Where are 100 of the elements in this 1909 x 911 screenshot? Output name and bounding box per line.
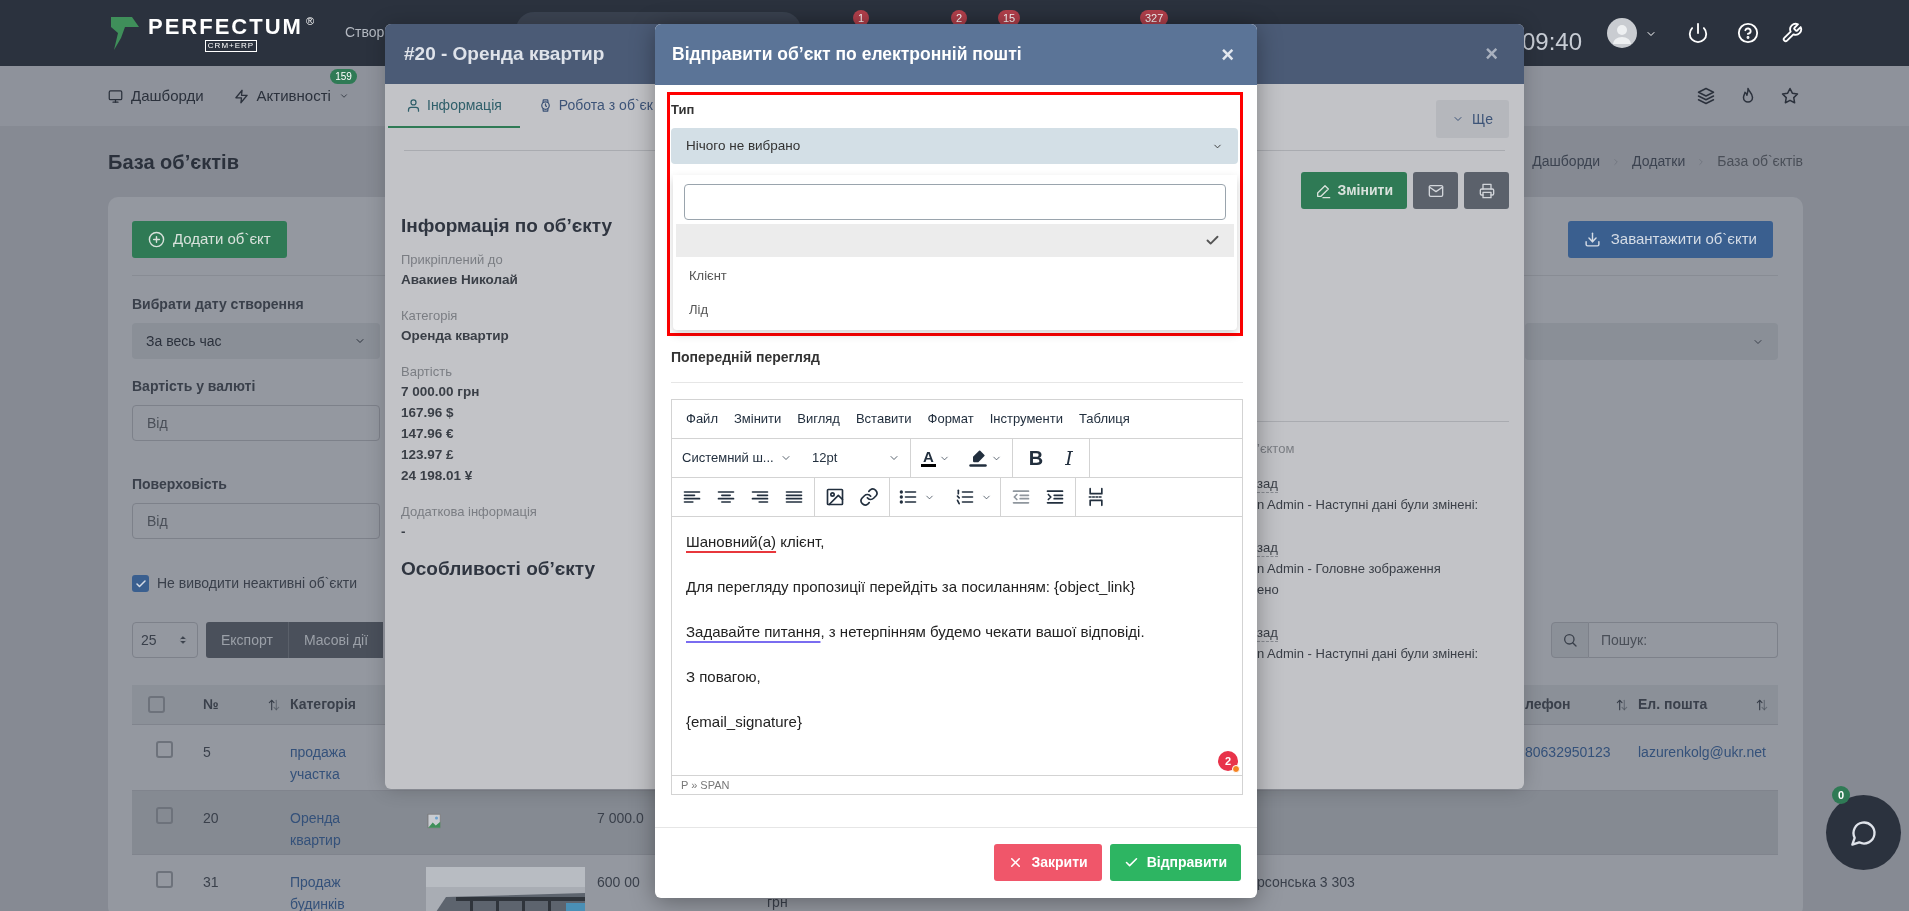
column-header[interactable]: Ел. пошта [1638,685,1778,724]
brand-name: PERFECTUM [148,14,303,39]
menu-item[interactable]: Змінити [725,409,790,429]
checkbox[interactable] [156,871,173,888]
editor-paragraph: Для перегляду пропозиції перейдіть за посиланням: {object_link} [686,577,1136,597]
menu-item[interactable]: Інструменти [981,409,1071,429]
registered-mark: ® [305,14,314,27]
bold-button[interactable]: B [1024,443,1048,473]
checkbox[interactable] [132,575,149,592]
bulleted-list-icon[interactable] [898,487,918,507]
menu-item[interactable]: Таблиця [1070,409,1138,429]
power-icon[interactable] [1687,22,1709,45]
checkbox[interactable] [156,807,173,824]
close-button[interactable]: Закрити [994,843,1102,881]
toolbar-button[interactable]: Експорт [206,622,289,658]
monitor-icon [108,88,123,104]
sort-icon [1614,698,1630,713]
breadcrumb-link[interactable]: Додатки [1632,151,1686,172]
link-icon[interactable] [859,487,879,507]
nav-link[interactable]: Активності [256,84,331,108]
search-field[interactable]: Пошук: [1589,622,1778,658]
dropdown-search-field[interactable] [684,184,1226,220]
email-button[interactable] [1413,172,1458,209]
clock-time: 09:40 [1521,27,1582,57]
field-value: 123.97 £ [401,445,455,464]
dropdown-option[interactable]: Клієнт [673,261,1237,291]
element-path: P » SPAN [672,775,1242,794]
toolbar-button[interactable]: Масові дії [288,622,384,658]
indent-icon[interactable] [1045,487,1065,507]
logo-icon [110,14,140,52]
input-field[interactable]: Від [132,503,380,539]
type-select[interactable]: Нічого не вибрано [671,128,1238,164]
star-icon[interactable] [1781,87,1799,105]
more-button[interactable]: Ще [1436,100,1509,138]
close-button[interactable]: × [1215,42,1240,67]
page-size-select[interactable]: 25 [132,622,198,658]
issue-count-badge[interactable]: 2 [1218,751,1238,771]
edit-button[interactable]: Змінити [1301,172,1407,209]
field-value: Оренда квартир [401,326,510,345]
menu-item[interactable]: Формат [919,409,982,429]
checkbox[interactable] [156,741,173,758]
numbered-list-icon[interactable] [955,487,975,507]
menu-item[interactable]: Вигляд [789,409,848,429]
caret-icon [338,91,349,101]
up-down-icon [177,633,189,647]
section-title: Особливості об’єкту [401,557,597,581]
image-icon[interactable] [825,487,845,507]
field-value: 147.96 € [401,424,455,443]
plus-circle-icon [148,231,165,248]
create-menu-label[interactable]: Створ [345,22,385,43]
marker-icon [967,448,988,468]
input-field[interactable]: Від [132,405,380,441]
download-objects-button[interactable]: Завантажити об`єкти [1567,221,1773,258]
table-cell: 7 000.0 [597,810,644,826]
mail-icon [1427,182,1444,199]
checkbox[interactable] [148,696,165,713]
avatar-icon[interactable] [1607,18,1637,48]
send-button[interactable]: Відправити [1109,843,1241,881]
date-select[interactable]: За весь час [132,323,380,359]
font-size-select[interactable]: 12pt [808,443,904,473]
table-cell: 20 [203,810,219,826]
field-value: 24 198.01 ¥ [401,466,474,485]
page-break-icon[interactable] [1086,487,1106,507]
download-icon [1583,231,1601,248]
history-text: n Admin - Головне зображення [1257,559,1442,578]
menu-item[interactable]: Вставити [847,409,920,429]
category-link[interactable]: Продаж будинків [290,871,390,911]
print-button[interactable] [1464,172,1509,209]
close-button[interactable]: × [1479,42,1504,66]
sort-icon [266,698,282,713]
field-label: Прикріплений до [401,250,504,269]
nav-link[interactable]: Дашборди [131,84,204,108]
menu-item[interactable]: Файл [678,409,726,429]
count-badge: 0 [1832,786,1850,804]
wrench-icon[interactable] [1781,22,1803,45]
font-family-select[interactable]: Системний ш... [678,443,796,473]
section-title: Інформація по об’єкту [401,215,613,238]
italic-button[interactable]: I [1061,443,1077,473]
layers-icon[interactable] [1697,87,1715,105]
field-label: Тип [671,101,696,119]
user-icon [406,97,421,113]
section-label: ’єктом [1257,440,1296,458]
add-object-button[interactable]: Додати об`єкт [132,221,287,258]
breadcrumb-link[interactable]: Дашборди [1532,151,1601,172]
table-cell: lazurenkolg@ukr.net [1638,744,1766,760]
check-icon [134,577,147,590]
checkbox-label: Не виводити неактивні об`єкти [157,574,358,593]
category-link[interactable]: Оренда квартир [290,807,390,851]
section-label: Попередній перегляд [671,348,821,367]
table-cell-text: грн [767,893,789,911]
text-color-button[interactable]: A [917,443,954,473]
column-header[interactable]: лефон [1525,685,1638,724]
history-text: n Admin - Наступні дані були змінені: [1257,644,1480,663]
help-icon[interactable] [1737,22,1759,45]
field-value: Авакиев Николай [401,270,519,289]
tab[interactable]: Інформація [388,84,520,128]
dropdown-option[interactable]: Лід [673,295,1237,325]
filter-label: Вибрати дату створення [132,295,305,314]
column-header[interactable]: № [203,685,290,724]
table-cell: 31 [203,874,219,890]
